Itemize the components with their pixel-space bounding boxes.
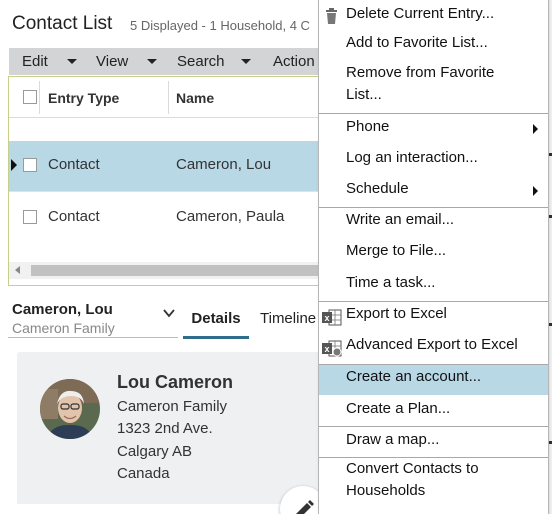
menu-item-label: Merge to File... [346, 242, 447, 259]
card-footer [17, 504, 322, 514]
menu-item-merge-to-file[interactable]: Merge to File... [319, 239, 548, 269]
tab-timeline[interactable]: Timeline [260, 310, 316, 327]
menu-item-label: Create an account... [346, 368, 482, 385]
column-header-entry-type[interactable]: Entry Type [48, 90, 119, 106]
menu-item-write-an-email[interactable]: Write an email... [319, 208, 548, 238]
search-chevron-down-icon[interactable] [241, 59, 251, 64]
menu-action[interactable]: Action [273, 53, 315, 70]
menu-item-convert-contacts-to-households[interactable]: Convert Contacts to Households [319, 458, 548, 514]
select-all-checkbox[interactable] [23, 90, 37, 104]
card-family: Cameron Family [117, 398, 228, 415]
menu-item-label: Create a Plan... [346, 400, 451, 417]
menu-item-label: Export to Excel [346, 305, 447, 322]
menu-item-label: Draw a map... [346, 431, 440, 448]
menu-item-label: Phone [346, 118, 390, 135]
menu-item-label: Remove from Favorite List... [346, 64, 495, 103]
submenu-arrow-icon [533, 186, 538, 196]
contact-card: Lou Cameron Cameron Family 1323 2nd Ave.… [17, 352, 322, 514]
svg-text:x: x [324, 313, 329, 323]
card-city: Calgary AB [117, 443, 193, 460]
cell-entry-type: Contact [48, 208, 100, 225]
app-window: { "header": { "title": "Contact List", "… [0, 0, 552, 514]
menu-item-create-an-account[interactable]: Create an account... [319, 365, 548, 395]
menu-item-label: Write an email... [346, 211, 455, 228]
cell-name: Cameron, Paula [176, 208, 285, 225]
menu-item-label: Schedule [346, 180, 409, 197]
menu-edit[interactable]: Edit [22, 53, 48, 70]
contact-photo [40, 379, 100, 439]
column-divider [39, 81, 40, 114]
expand-chevron-down-icon[interactable] [163, 307, 175, 319]
card-contact-name: Lou Cameron [117, 372, 234, 392]
menu-item-log-an-interaction[interactable]: Log an interaction... [319, 145, 548, 175]
context-menu: Delete Current Entry... Add to Favorite … [318, 0, 549, 514]
trash-icon [326, 8, 337, 24]
scrollbar-thumb[interactable] [31, 265, 318, 276]
current-row-pointer-icon [11, 159, 17, 171]
card-address: 1323 2nd Ave. [117, 420, 213, 437]
edit-chevron-down-icon[interactable] [67, 59, 77, 64]
card-country: Canada [117, 465, 170, 482]
menu-item-label: Log an interaction... [346, 149, 478, 166]
cell-entry-type: Contact [48, 156, 100, 173]
menu-item-label: Delete Current Entry... [346, 5, 495, 22]
menu-item-advanced-export-to-excel[interactable]: x Advanced Export to Excel [319, 333, 548, 364]
menu-item-export-to-excel[interactable]: x Export to Excel [319, 302, 548, 333]
menu-item-draw-a-map[interactable]: Draw a map... [319, 427, 548, 457]
excel-icon: x [322, 309, 342, 326]
menu-item-delete-current-entry[interactable]: Delete Current Entry... [319, 0, 548, 30]
table-row[interactable]: Contact Cameron, Paula [9, 192, 318, 242]
tab-details[interactable]: Details [183, 309, 249, 339]
menu-item-label: Time a task... [346, 274, 436, 291]
menu-item-label: Convert Contacts to Households [346, 460, 479, 499]
page-subtitle: 5 Displayed - 1 Household, 4 C [130, 18, 310, 33]
avatar [40, 379, 100, 439]
menu-search[interactable]: Search [177, 53, 225, 70]
row-checkbox[interactable] [23, 210, 37, 224]
table-row[interactable]: Contact Cameron, Lou [9, 141, 318, 191]
menu-item-phone[interactable]: Phone [319, 114, 548, 144]
menu-item-label: Advanced Export to Excel [346, 336, 518, 353]
menu-item-create-a-plan[interactable]: Create a Plan... [319, 396, 548, 426]
selected-contact-family: Cameron Family [12, 320, 115, 336]
menu-view[interactable]: View [96, 53, 128, 70]
view-chevron-down-icon[interactable] [147, 59, 157, 64]
menu-item-label: Add to Favorite List... [346, 34, 488, 51]
menu-item-add-to-favorite-list[interactable]: Add to Favorite List... [319, 30, 548, 60]
grid-header: Entry Type Name [9, 77, 318, 118]
cell-name: Cameron, Lou [176, 156, 272, 173]
svg-text:x: x [324, 344, 329, 354]
column-divider [168, 81, 169, 114]
contact-grid: Entry Type Name Contact Cameron, Lou Con… [8, 76, 319, 286]
selected-contact-name: Cameron, Lou [12, 301, 113, 318]
menu-item-remove-from-favorite-list[interactable]: Remove from Favorite List... [319, 60, 548, 110]
page-title: Contact List [12, 13, 113, 34]
submenu-arrow-icon [533, 124, 538, 134]
menu-item-time-a-task[interactable]: Time a task... [319, 270, 548, 300]
scroll-left-arrow-icon[interactable] [15, 266, 20, 274]
horizontal-scrollbar[interactable] [9, 262, 318, 279]
menu-item-schedule[interactable]: Schedule [319, 176, 548, 206]
column-header-name[interactable]: Name [176, 90, 214, 106]
header-underline [8, 337, 178, 338]
menu-bar: Edit View Search Action [9, 48, 319, 75]
excel-advanced-icon: x [322, 340, 342, 357]
row-checkbox[interactable] [23, 158, 37, 172]
